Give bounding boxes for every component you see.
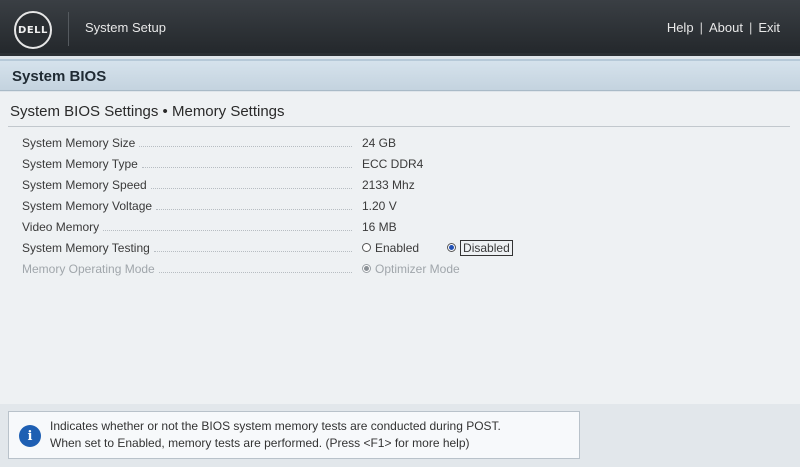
radio-checked-icon[interactable] — [447, 243, 457, 252]
setting-label: System Memory Speed — [22, 177, 147, 192]
setting-row-memory-type: System Memory Type ECC DDR4 — [22, 153, 782, 174]
radio-option-enabled[interactable]: Enabled — [362, 241, 419, 255]
radio-label-enabled[interactable]: Enabled — [375, 241, 419, 255]
setting-row-memory-voltage: System Memory Voltage 1.20 V — [22, 195, 782, 216]
title-divider — [8, 126, 790, 127]
radio-option-disabled[interactable]: Disabled — [447, 239, 513, 256]
top-header: DELL System Setup Help | About | Exit — [0, 0, 800, 56]
setting-row-memory-testing: System Memory Testing Enabled Disabled — [22, 237, 782, 258]
exit-link[interactable]: Exit — [758, 20, 780, 35]
header-links: Help | About | Exit — [667, 20, 780, 35]
radio-checked-icon — [362, 264, 371, 273]
section-title: System BIOS — [12, 68, 107, 85]
radio-label-optimizer-mode: Optimizer Mode — [375, 261, 460, 276]
app-title: System Setup — [85, 20, 166, 35]
header-divider — [68, 12, 69, 46]
main-panel: System BIOS Settings • Memory Settings S… — [0, 92, 800, 404]
help-area: i Indicates whether or not the BIOS syst… — [0, 404, 800, 467]
setting-value: 1.20 V — [362, 198, 397, 213]
setting-label: System Memory Size — [22, 135, 136, 150]
help-line-2: When set to Enabled, memory tests are pe… — [50, 436, 470, 450]
setting-row-memory-size: System Memory Size 24 GB — [22, 132, 782, 153]
setting-value: 2133 Mhz — [362, 177, 415, 192]
help-link[interactable]: Help — [667, 20, 694, 35]
radio-option-optimizer-mode: Optimizer Mode — [362, 262, 460, 276]
settings-list: System Memory Size 24 GB System Memory T… — [22, 132, 782, 279]
radio-unchecked-icon[interactable] — [362, 243, 371, 252]
about-link[interactable]: About — [709, 20, 743, 35]
dell-logo: DELL — [14, 11, 52, 49]
setting-label: Memory Operating Mode — [22, 261, 155, 276]
setting-value: 16 MB — [362, 219, 397, 234]
logo-text: DELL — [18, 24, 48, 36]
setting-label: System Memory Type — [22, 156, 138, 171]
info-icon: i — [19, 425, 41, 447]
setting-row-memory-operating-mode: Memory Operating Mode Optimizer Mode — [22, 258, 782, 279]
link-separator: | — [748, 20, 753, 35]
setting-value: ECC DDR4 — [362, 156, 424, 171]
setting-label: System Memory Voltage — [22, 198, 153, 213]
help-line-1: Indicates whether or not the BIOS system… — [50, 419, 501, 433]
setting-row-memory-speed: System Memory Speed 2133 Mhz — [22, 174, 782, 195]
link-separator: | — [699, 20, 703, 35]
page-title: System BIOS Settings • Memory Settings — [10, 103, 285, 120]
help-text: Indicates whether or not the BIOS system… — [50, 418, 501, 452]
radio-label-disabled[interactable]: Disabled — [460, 239, 513, 256]
section-header: System BIOS — [0, 59, 800, 91]
setting-value: 24 GB — [362, 135, 397, 150]
setting-label: Video Memory — [22, 219, 100, 234]
setting-label: System Memory Testing — [22, 240, 150, 255]
help-box: i Indicates whether or not the BIOS syst… — [8, 411, 580, 459]
setting-row-video-memory: Video Memory 16 MB — [22, 216, 782, 237]
